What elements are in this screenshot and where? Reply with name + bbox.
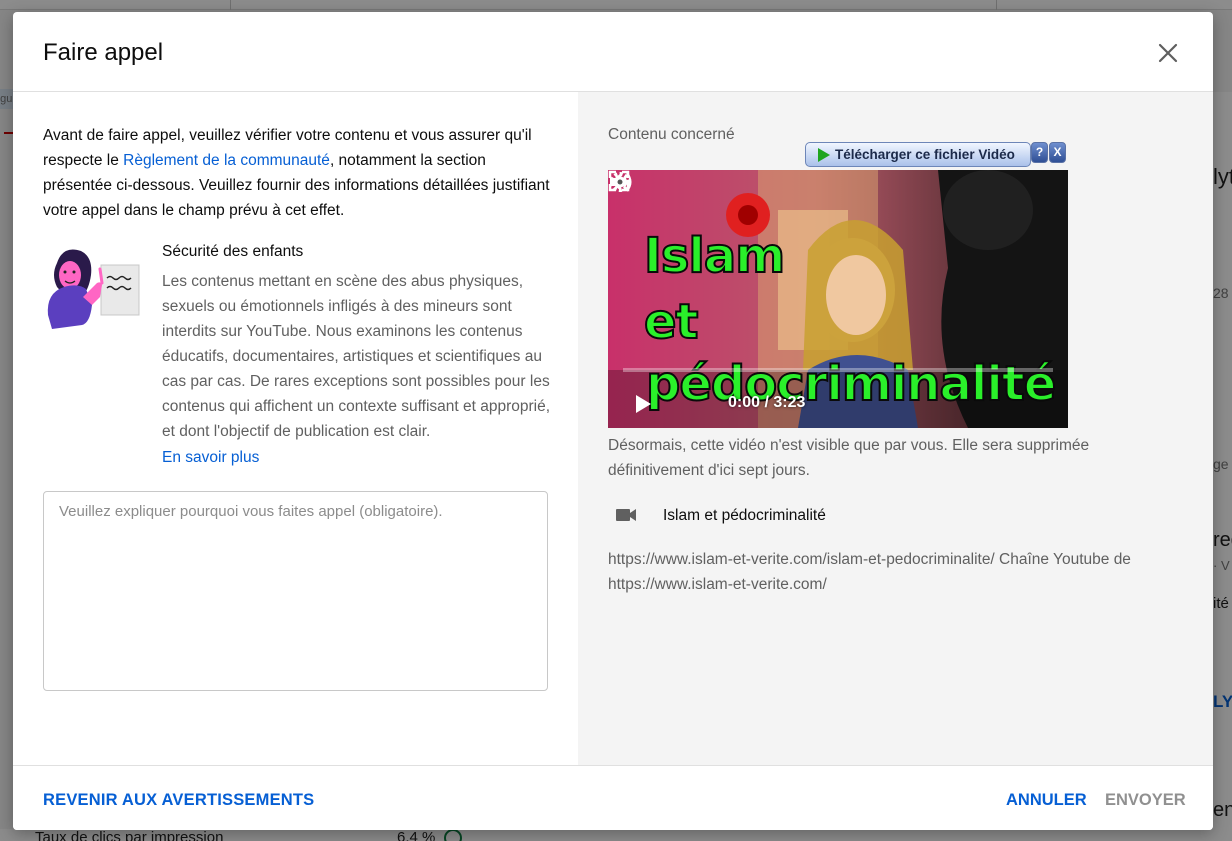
dialog-title: Faire appel — [43, 39, 164, 66]
policy-title: Sécurité des enfants — [162, 243, 304, 260]
intro-text: Avant de faire appel, veuillez vérifier … — [43, 123, 553, 223]
video-time: 0:00 / 3:23 — [728, 394, 806, 411]
download-label: Télécharger ce fichier Vidéo — [835, 147, 1015, 162]
send-button[interactable]: ENVOYER — [1105, 791, 1186, 810]
dialog-footer: REVENIR AUX AVERTISSEMENTS ANNULER ENVOY… — [13, 765, 1213, 830]
video-overlay-title: Islam — [643, 227, 786, 285]
download-toolbar: Télécharger ce fichier Vidéo ? X — [805, 142, 1067, 167]
content-pane: Contenu concerné Télécharger ce fichier … — [578, 92, 1213, 765]
close-button[interactable] — [1151, 36, 1185, 70]
play-button[interactable] — [636, 395, 651, 413]
video-player[interactable]: Islam et pédocriminalité 0:00 / 3:23 — [608, 170, 1068, 428]
fullscreen-icon[interactable] — [608, 170, 630, 192]
video-camera-icon — [616, 509, 636, 521]
video-title: Islam et pédocriminalité — [663, 507, 826, 524]
appeal-reason-input[interactable] — [44, 492, 547, 690]
video-progress-bar[interactable] — [623, 368, 1053, 372]
appeal-reason-field[interactable] — [43, 491, 548, 691]
child-safety-illustration-icon — [47, 249, 140, 329]
close-icon — [1158, 43, 1178, 63]
appeal-dialog: Faire appel Avant de faire appel, veuill… — [13, 12, 1213, 830]
download-close-button[interactable]: X — [1049, 142, 1066, 163]
appeal-form-pane: Avant de faire appel, veuillez vérifier … — [13, 92, 578, 765]
back-to-warnings-button[interactable]: REVENIR AUX AVERTISSEMENTS — [43, 791, 314, 810]
download-help-button[interactable]: ? — [1031, 142, 1048, 163]
dialog-header: Faire appel — [13, 12, 1213, 92]
policy-description: Les contenus mettant en scène des abus p… — [162, 273, 551, 440]
learn-more-link[interactable]: En savoir plus — [162, 449, 259, 467]
video-overlay-title: et — [643, 293, 699, 351]
video-overlay-title: pédocriminalité — [645, 355, 1057, 413]
download-video-button[interactable]: Télécharger ce fichier Vidéo — [805, 142, 1031, 167]
community-guidelines-link[interactable]: Règlement de la communauté — [123, 152, 330, 169]
video-description: https://www.islam-et-verite.com/islam-et… — [608, 551, 1131, 593]
visibility-notice: Désormais, cette vidéo n'est visible que… — [608, 437, 1090, 479]
cancel-button[interactable]: ANNULER — [1006, 791, 1087, 810]
play-icon — [818, 148, 830, 162]
content-label: Contenu concerné — [608, 126, 735, 143]
